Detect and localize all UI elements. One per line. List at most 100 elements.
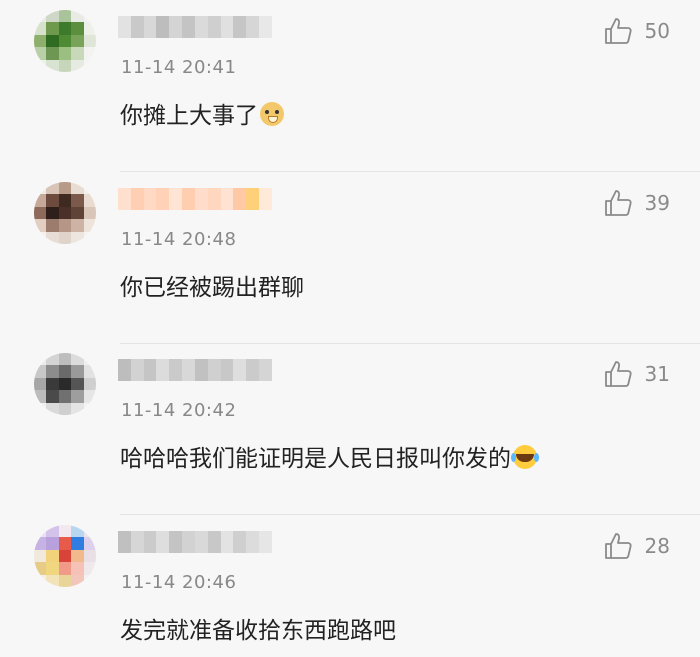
avatar-mosaic-cell [34,549,47,563]
avatar-mosaic-cell [46,537,59,550]
comment-item: 11-14 20:42 哈哈哈我们能证明是人民日报叫你发的 31 [0,343,700,515]
avatar-mosaic-cell [71,537,84,550]
avatar-mosaic-cell [83,549,96,563]
like-button[interactable]: 28 [603,531,670,561]
avatar-mosaic-cell [58,525,72,538]
comment-text-content: 发完就准备收拾东西跑路吧 [120,618,396,644]
avatar-mosaic-cell [46,231,59,244]
name-mosaic-cell [169,16,183,38]
avatar-mosaic-cell [34,377,47,391]
avatar-mosaic-cell [46,219,59,232]
avatar-mosaic-cell [83,194,96,207]
name-mosaic-cell [194,16,208,38]
avatar-mosaic-cell [71,194,84,207]
username-blurred[interactable] [118,16,272,38]
avatar-mosaic-cell [71,402,84,415]
name-mosaic-cell [207,359,221,381]
name-mosaic-cell [259,16,272,38]
comment-list: 11-14 20:41 你摊上大事了 50 11-14 20:48 你已经被踢出… [0,0,700,657]
comment-item: 11-14 20:48 你已经被踢出群聊 39 [0,172,700,344]
like-button[interactable]: 39 [603,188,670,218]
avatar-mosaic-cell [83,353,96,366]
avatar-mosaic-cell [34,219,47,232]
username-blurred[interactable] [118,531,272,553]
avatar[interactable] [34,10,96,72]
comment-item: 11-14 20:46 发完就准备收拾东西跑路吧 28 [0,515,700,657]
name-mosaic-cell [130,359,144,381]
avatar-mosaic-cell [58,353,72,366]
name-mosaic-cell [169,359,183,381]
avatar-mosaic-cell [58,574,72,587]
comment-text-content: 哈哈哈我们能证明是人民日报叫你发的 [120,446,511,472]
avatar-mosaic-cell [71,22,84,35]
username-blurred[interactable] [118,188,272,210]
like-count: 50 [644,19,670,43]
doge-emoji [260,102,284,126]
avatar-mosaic-cell [71,231,84,244]
avatar-mosaic-cell [34,10,47,23]
avatar[interactable] [34,182,96,244]
avatar-mosaic-cell [83,22,96,35]
avatar-mosaic-cell [58,22,72,35]
avatar-mosaic-cell [34,206,47,220]
thumbs-up-icon [604,190,632,216]
comment-text[interactable]: 你已经被踢出群聊 [120,268,304,302]
name-mosaic-cell [118,359,131,381]
avatar-mosaic-cell [46,574,59,587]
like-button[interactable]: 31 [603,359,670,389]
name-mosaic-cell [182,16,195,38]
avatar-mosaic-cell [71,219,84,232]
name-mosaic-cell [143,531,157,553]
avatar-mosaic-cell [46,402,59,415]
like-count: 28 [644,534,670,558]
avatar-mosaic-cell [58,231,72,244]
avatar-mosaic-cell [34,537,47,550]
avatar-mosaic-cell [34,231,47,244]
name-mosaic-cell [233,531,247,553]
name-mosaic-cell [118,16,131,38]
avatar-mosaic-cell [71,10,84,23]
avatar-mosaic-cell [46,353,59,366]
name-mosaic-cell [182,531,195,553]
username-blurred[interactable] [118,359,272,381]
comment-text-content: 你摊上大事了 [120,103,258,129]
comment-text-content: 你已经被踢出群聊 [120,275,304,301]
avatar-mosaic-cell [83,390,96,403]
name-mosaic-cell [233,188,247,210]
name-mosaic-cell [246,16,260,38]
avatar-mosaic-cell [83,365,96,378]
avatar-mosaic-cell [71,206,84,220]
thumbs-up-icon [604,18,632,44]
avatar-mosaic-cell [34,525,47,538]
thumbs-up-icon [604,533,632,559]
avatar[interactable] [34,525,96,587]
comment-text[interactable]: 发完就准备收拾东西跑路吧 [120,611,396,645]
avatar-mosaic-cell [71,182,84,195]
name-mosaic-cell [259,188,272,210]
name-mosaic-cell [220,359,234,381]
avatar-mosaic-cell [83,377,96,391]
comment-time: 11-14 20:41 [121,57,237,78]
avatar-mosaic-cell [83,182,96,195]
avatar-mosaic-cell [46,562,59,575]
name-mosaic-cell [220,531,234,553]
comment-text[interactable]: 你摊上大事了 [120,96,284,130]
avatar-mosaic-cell [58,549,72,563]
name-mosaic-cell [220,16,234,38]
avatar-mosaic-cell [71,377,84,391]
avatar-mosaic-cell [71,390,84,403]
comment-text[interactable]: 哈哈哈我们能证明是人民日报叫你发的 [120,439,537,473]
avatar-mosaic-cell [34,390,47,403]
name-mosaic-cell [207,16,221,38]
name-mosaic-cell [118,531,131,553]
avatar-mosaic-cell [58,10,72,23]
name-mosaic-cell [246,359,260,381]
name-mosaic-cell [246,188,260,210]
avatar[interactable] [34,353,96,415]
like-button[interactable]: 50 [603,16,670,46]
name-mosaic-cell [143,359,157,381]
comment-time: 11-14 20:42 [121,400,237,421]
avatar-mosaic-cell [58,402,72,415]
avatar-mosaic-cell [83,525,96,538]
avatar-mosaic-cell [34,402,47,415]
